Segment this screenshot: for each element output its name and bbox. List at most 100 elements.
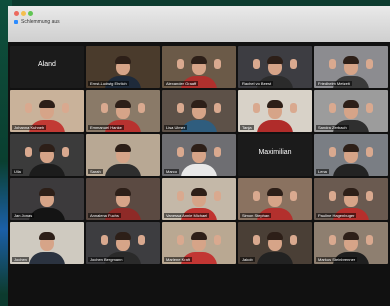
raised-hand <box>252 58 260 69</box>
participant-tile[interactable]: Tanja <box>238 90 312 132</box>
raised-hand <box>328 102 336 113</box>
participant-hair <box>191 188 207 197</box>
participant-hair <box>39 100 55 109</box>
raised-hand <box>366 58 374 69</box>
participant-tile[interactable]: Sarah <box>86 134 160 176</box>
participant-name-tag: Sandra Zerbach <box>316 125 349 130</box>
participant-hair <box>343 144 359 153</box>
participant-name-tag: Annalena Fuchs <box>88 213 121 218</box>
participant-hair <box>191 144 207 153</box>
raised-hand <box>176 102 184 113</box>
participant-tile[interactable]: Lisa Ulmer <box>162 90 236 132</box>
participant-name-tag: Ulla <box>12 169 23 174</box>
maximize-window-button[interactable] <box>28 11 33 16</box>
participant-hair <box>115 188 131 197</box>
participant-body <box>257 120 293 132</box>
participant-tile[interactable]: Pauline Hagenbuger <box>314 178 388 220</box>
participant-hair <box>39 188 55 197</box>
participant-tile[interactable]: Simon Stephan <box>238 178 312 220</box>
raised-hand <box>328 190 336 201</box>
raised-hand <box>214 234 222 245</box>
participant-hair <box>115 232 131 241</box>
participant-tile[interactable]: Lena <box>314 134 388 176</box>
participant-hair <box>267 188 283 197</box>
participant-name-tag: Ernst-Ludwig Ehrlich <box>88 81 129 86</box>
participant-tile[interactable]: Aland <box>10 46 84 88</box>
participant-tile[interactable]: Marco <box>162 134 236 176</box>
raised-hand <box>62 146 70 157</box>
video-app-icon <box>14 20 18 24</box>
participant-hair <box>191 56 207 65</box>
minimize-window-button[interactable] <box>21 11 26 16</box>
participant-name-tag: Lena <box>316 169 329 174</box>
raised-hand <box>176 58 184 69</box>
participant-hair <box>343 232 359 241</box>
participant-name-tag: Tanja <box>240 125 254 130</box>
participant-name-tag: Simon Stephan <box>240 213 272 218</box>
raised-hand <box>214 102 222 113</box>
participant-hair <box>343 56 359 65</box>
participant-body <box>105 164 141 176</box>
participant-tile[interactable]: Annalena Fuchs <box>86 178 160 220</box>
participant-name-tag: Lisa Ulmer <box>164 125 188 130</box>
participant-tile[interactable]: Jan Jonas <box>10 178 84 220</box>
raised-hand <box>328 58 336 69</box>
participant-name-tag: Emmanuel Hanke <box>88 125 124 130</box>
participant-name-tag: Jochen Bergmann <box>88 257 125 262</box>
raised-hand <box>214 146 222 157</box>
participant-tile[interactable]: Jochen <box>10 222 84 264</box>
raised-hand <box>62 102 70 113</box>
raised-hand <box>176 190 184 201</box>
participant-body <box>29 164 65 176</box>
raised-hand <box>252 190 260 201</box>
participant-tile[interactable]: Johanna Kuhneh <box>10 90 84 132</box>
participant-tile[interactable]: Rachel vo Beest <box>238 46 312 88</box>
participant-tile[interactable]: Emmanuel Hanke <box>86 90 160 132</box>
participant-hair <box>191 232 207 241</box>
window-title: Schlemmung aus <box>14 19 60 25</box>
close-window-button[interactable] <box>14 11 19 16</box>
participant-body <box>257 252 293 264</box>
participant-tile[interactable]: Vanessa Annie Michael <box>162 178 236 220</box>
participant-hair <box>267 100 283 109</box>
raised-hand <box>138 234 146 245</box>
participant-tile[interactable]: Ulla <box>10 134 84 176</box>
participant-hair <box>39 232 55 241</box>
raised-hand <box>328 234 336 245</box>
participant-name-tag: Markus Steinbrenner <box>316 257 358 262</box>
raised-hand <box>366 190 374 201</box>
raised-hand <box>252 234 260 245</box>
participant-name-tag: Sarah <box>88 169 103 174</box>
participant-hair <box>115 100 131 109</box>
participant-tile[interactable]: Jakob <box>238 222 312 264</box>
participant-display-name: Aland <box>38 61 56 68</box>
participant-tile[interactable]: Marlene Kraft <box>162 222 236 264</box>
participant-name-tag: Pauline Hagenbuger <box>316 213 357 218</box>
participant-tile[interactable]: Sandra Zerbach <box>314 90 388 132</box>
raised-hand <box>138 102 146 113</box>
participant-name-tag: Jan Jonas <box>12 213 35 218</box>
participant-name-tag: Friedhelm Metzelt <box>316 81 352 86</box>
participant-name-tag: Vanessa Annie Michael <box>164 213 210 218</box>
participant-name-tag: Johanna Kuhneh <box>12 125 47 130</box>
participant-name-tag: Alexander Graaff <box>164 81 199 86</box>
participant-tile[interactable]: Alexander Graaff <box>162 46 236 88</box>
participant-hair <box>115 144 131 153</box>
participant-hair <box>343 100 359 109</box>
participant-tile[interactable]: Friedhelm Metzelt <box>314 46 388 88</box>
participant-gallery: Aland Ernst-Ludwig Ehrlich Alexander Graaf… <box>8 46 390 264</box>
participant-tile[interactable]: Markus Steinbrenner <box>314 222 388 264</box>
raised-hand <box>328 146 336 157</box>
participant-hair <box>267 232 283 241</box>
participant-body <box>29 208 65 220</box>
raised-hand <box>214 190 222 201</box>
participant-tile[interactable]: Maximilian <box>238 134 312 176</box>
participant-name-tag: Jakob <box>240 257 255 262</box>
raised-hand <box>290 234 298 245</box>
video-call-window: Schlemmung aus Aland Ernst-Ludwig Ehrlich… <box>8 6 390 306</box>
participant-tile[interactable]: Jochen Bergmann <box>86 222 160 264</box>
raised-hand <box>290 190 298 201</box>
participant-name-tag: Jochen <box>12 257 29 262</box>
participant-tile[interactable]: Ernst-Ludwig Ehrlich <box>86 46 160 88</box>
raised-hand <box>290 58 298 69</box>
